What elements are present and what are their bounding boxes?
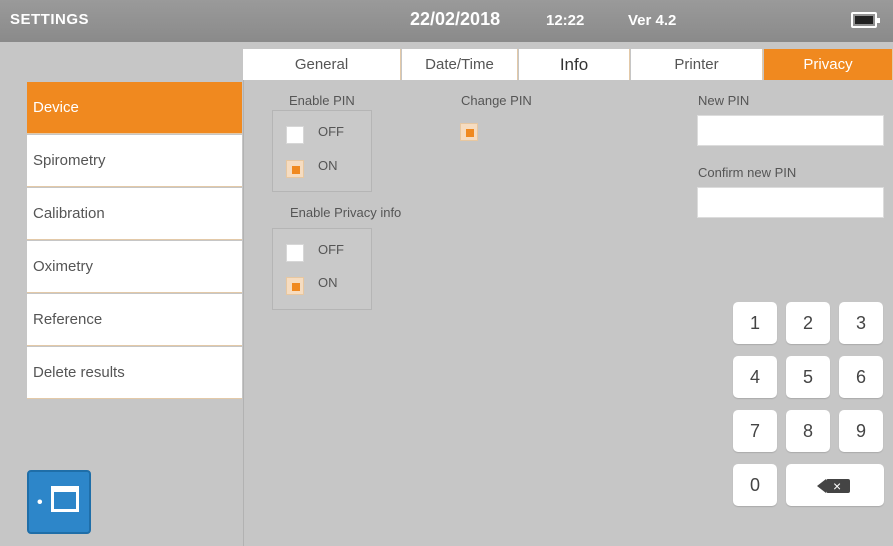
change-pin-checkbox[interactable] [460, 123, 478, 141]
status-bar: SETTINGS 22/02/2018 12:22 Ver 4.2 [0, 0, 893, 42]
key-7[interactable]: 7 [733, 410, 777, 452]
enable-privacy-info-off-label: OFF [318, 242, 344, 257]
home-icon [51, 486, 79, 512]
key-6[interactable]: 6 [839, 356, 883, 398]
key-0[interactable]: 0 [733, 464, 777, 506]
home-button[interactable]: • [27, 470, 91, 534]
key-8[interactable]: 8 [786, 410, 830, 452]
key-2[interactable]: 2 [786, 302, 830, 344]
sidebar-item-oximetry[interactable]: Oximetry [27, 241, 242, 293]
tab-date-time[interactable]: Date/Time [402, 49, 518, 80]
enable-pin-on-checkbox[interactable] [286, 160, 304, 178]
backspace-key[interactable] [786, 464, 884, 506]
battery-icon [851, 12, 880, 28]
enable-privacy-info-group [272, 228, 372, 310]
tab-privacy[interactable]: Privacy [764, 49, 893, 80]
back-arrow-icon: • [37, 494, 43, 511]
key-3[interactable]: 3 [839, 302, 883, 344]
key-4[interactable]: 4 [733, 356, 777, 398]
sidebar-item-reference[interactable]: Reference [27, 294, 242, 346]
enable-privacy-info-label: Enable Privacy info [290, 205, 402, 220]
sidebar-item-device[interactable]: Device [27, 82, 242, 134]
date-display: 22/02/2018 [410, 9, 501, 29]
confirm-pin-input[interactable] [697, 187, 884, 218]
tab-info[interactable]: Info [519, 49, 630, 80]
new-pin-input[interactable] [697, 115, 884, 146]
sidebar-item-calibration[interactable]: Calibration [27, 188, 242, 240]
sidebar-item-delete-results[interactable]: Delete results [27, 347, 242, 399]
enable-pin-label: Enable PIN [289, 93, 355, 108]
enable-pin-on-label: ON [318, 158, 338, 173]
enable-pin-off-label: OFF [318, 124, 344, 139]
settings-sidebar: Device Spirometry Calibration Oximetry R… [0, 42, 243, 546]
enable-privacy-info-off-checkbox[interactable] [286, 244, 304, 262]
key-9[interactable]: 9 [839, 410, 883, 452]
enable-pin-group [272, 110, 372, 192]
key-5[interactable]: 5 [786, 356, 830, 398]
new-pin-label: New PIN [698, 93, 750, 108]
backspace-icon [817, 476, 850, 496]
sidebar-item-spirometry[interactable]: Spirometry [27, 135, 242, 187]
screen-title: SETTINGS [10, 11, 90, 28]
enable-pin-off-checkbox[interactable] [286, 126, 304, 144]
enable-privacy-info-on-label: ON [318, 275, 338, 290]
change-pin-label: Change PIN [461, 93, 532, 108]
version-label: Ver 4.2 [628, 12, 677, 29]
tab-printer[interactable]: Printer [631, 49, 763, 80]
settings-tabs: General Date/Time Info Printer Privacy [243, 49, 893, 80]
key-1[interactable]: 1 [733, 302, 777, 344]
tab-general[interactable]: General [243, 49, 401, 80]
confirm-pin-label: Confirm new PIN [698, 165, 797, 180]
enable-privacy-info-on-checkbox[interactable] [286, 277, 304, 295]
time-display: 12:22 [546, 12, 585, 29]
